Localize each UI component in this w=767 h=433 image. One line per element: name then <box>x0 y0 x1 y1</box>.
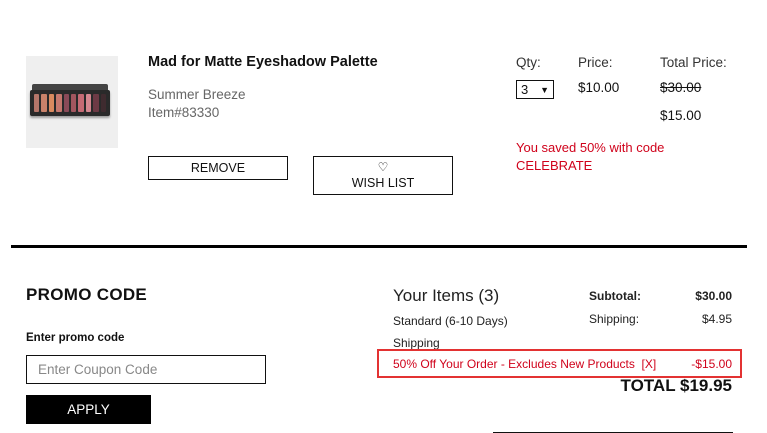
quantity-value: 3 <box>521 82 529 97</box>
subtotal-value: $30.00 <box>695 289 732 303</box>
original-total: $30.00 <box>660 80 702 95</box>
quantity-select[interactable]: 3 ▼ <box>516 80 554 99</box>
chevron-down-icon: ▼ <box>540 84 549 95</box>
price-label: Price: <box>578 55 613 70</box>
palette-pan <box>100 94 107 112</box>
remove-button[interactable]: REMOVE <box>148 156 288 180</box>
palette-pan <box>78 94 84 112</box>
palette-pan <box>56 94 62 112</box>
shipping-method: Standard (6-10 Days) Shipping <box>393 314 508 350</box>
eyeshadow-palette-image <box>30 90 110 116</box>
wishlist-button[interactable]: ♡ WISH LIST <box>313 156 453 195</box>
shipping-label: Shipping: <box>589 312 640 326</box>
palette-pan <box>34 94 40 112</box>
palette-pan <box>71 94 77 112</box>
coupon-code-input[interactable] <box>26 355 266 384</box>
product-title[interactable]: Mad for Matte Eyeshadow Palette <box>148 54 378 70</box>
savings-message: You saved 50% with code CELEBRATE <box>516 140 665 173</box>
palette-pan <box>93 94 99 112</box>
palette-pans <box>34 94 107 112</box>
discounted-total: $15.00 <box>660 108 702 123</box>
shipping-value: $4.95 <box>701 312 732 326</box>
qty-label: Qty: <box>516 55 541 70</box>
subtotal-label: Subtotal: <box>589 289 641 303</box>
unit-price: $10.00 <box>578 80 620 95</box>
palette-pan <box>41 94 47 112</box>
palette-pan <box>48 94 55 112</box>
total-price-label: Total Price: <box>660 55 727 70</box>
heart-icon: ♡ <box>377 160 389 174</box>
promo-heading: PROMO CODE <box>26 285 148 304</box>
items-heading: Your Items (3) <box>393 286 500 305</box>
palette-pan <box>85 94 92 112</box>
promo-label: Enter promo code <box>26 332 125 344</box>
palette-pan <box>63 94 70 112</box>
apply-button[interactable]: APPLY <box>26 395 151 424</box>
product-shade: Summer Breeze <box>148 87 246 102</box>
product-image[interactable] <box>26 56 118 148</box>
order-total: TOTAL $19.95 <box>620 376 733 395</box>
section-divider <box>11 245 747 248</box>
discount-value: -$15.00 <box>691 357 732 371</box>
discount-label[interactable]: 50% Off Your Order - Excludes New Produc… <box>393 357 656 371</box>
product-item-number: Item#83330 <box>148 105 220 120</box>
product-meta: Summer Breeze Item#83330 <box>148 86 246 122</box>
wishlist-label: WISH LIST <box>351 176 415 190</box>
